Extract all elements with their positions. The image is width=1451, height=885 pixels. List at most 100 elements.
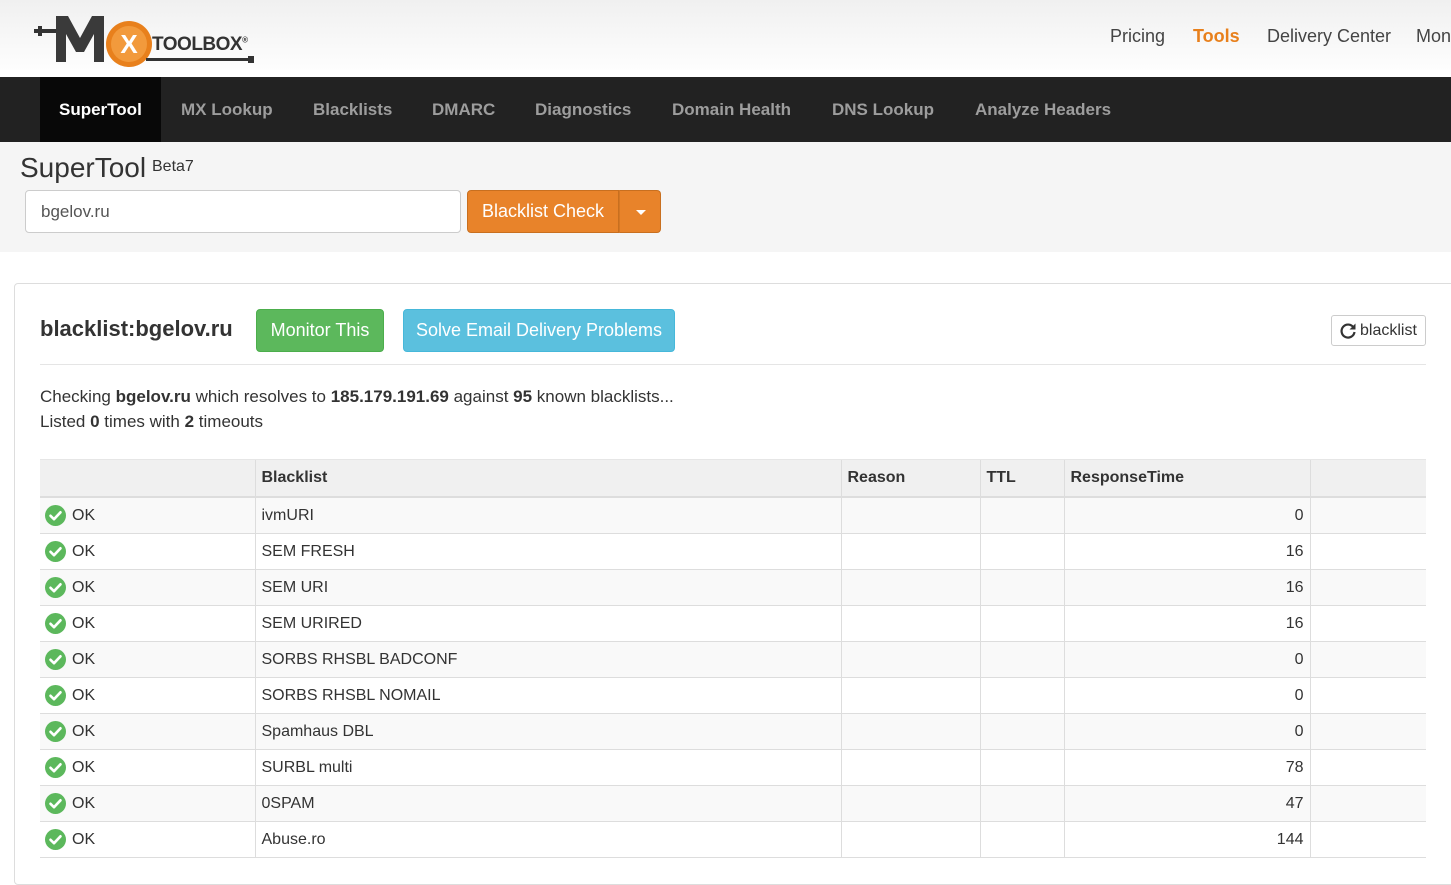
blacklist-name[interactable]: SEM URIRED (254, 605, 841, 642)
top-nav-delivery-center[interactable]: Delivery Center (1267, 26, 1391, 47)
status-cell: OK (40, 785, 255, 822)
nav-tab-dmarc[interactable]: DMARC (432, 77, 495, 142)
blacklist-name[interactable]: SEM FRESH (254, 533, 841, 570)
monitor-this-button[interactable]: Monitor This (256, 309, 384, 352)
blacklist-name[interactable]: Spamhaus DBL (254, 713, 841, 750)
check-circle-icon (45, 541, 66, 562)
table-row: OK SEM FRESH 16 (40, 533, 1426, 570)
blacklist-results-table: Blacklist Reason TTL ResponseTime OK ivm… (40, 459, 1426, 858)
nav-tab-supertool[interactable]: SuperTool (40, 77, 161, 142)
reason-cell (840, 641, 980, 678)
status-text: OK (72, 614, 96, 632)
col-ttl[interactable]: TTL (979, 459, 1064, 498)
logo-mark-icon: X (34, 16, 152, 67)
summary-line-2: Listed 0 times with 2 timeouts (40, 412, 264, 431)
blacklist-name[interactable]: SURBL multi (254, 749, 841, 786)
status-text: OK (72, 758, 96, 776)
response-time-cell: 78 (1063, 749, 1310, 786)
refresh-blacklist-button[interactable]: blacklist (1331, 315, 1426, 346)
refresh-label: blacklist (1360, 322, 1417, 339)
response-time-cell: 0 (1063, 497, 1310, 534)
table-row: OK Spamhaus DBL 0 (40, 713, 1426, 750)
summary-line-1: Checking bgelov.ru which resolves to 185… (40, 387, 674, 406)
nav-tab-domain-health[interactable]: Domain Health (672, 77, 791, 142)
result-title: blacklist:bgelov.ru (40, 316, 233, 341)
col-extra (1309, 459, 1426, 498)
table-row: OK SEM URIRED 16 (40, 605, 1426, 642)
status-text: OK (72, 722, 96, 740)
ttl-cell (979, 785, 1064, 822)
col-response-time[interactable]: ResponseTime (1063, 459, 1310, 498)
top-nav-pricing[interactable]: Pricing (1110, 26, 1165, 47)
col-reason[interactable]: Reason (840, 459, 980, 498)
check-circle-icon (45, 685, 66, 706)
reason-cell (840, 569, 980, 606)
blacklist-name[interactable]: Abuse.ro (254, 821, 841, 858)
extra-cell (1309, 821, 1426, 858)
extra-cell (1309, 713, 1426, 750)
reason-cell (840, 713, 980, 750)
extra-cell (1309, 533, 1426, 570)
check-circle-icon (45, 829, 66, 850)
table-row: OK 0SPAM 47 (40, 785, 1426, 822)
top-nav-tools[interactable]: Tools (1193, 26, 1240, 47)
blacklist-name[interactable]: ivmURI (254, 497, 841, 534)
ttl-cell (979, 497, 1064, 534)
nav-tab-dns-lookup[interactable]: DNS Lookup (832, 77, 934, 142)
table-header-row: Blacklist Reason TTL ResponseTime (40, 459, 1426, 498)
reason-cell (840, 785, 980, 822)
svg-text:X: X (120, 29, 138, 59)
refresh-icon (1340, 323, 1356, 339)
solve-email-delivery-button[interactable]: Solve Email Delivery Problems (403, 309, 675, 352)
status-text: OK (72, 650, 96, 668)
logo-underline-icon (146, 56, 254, 63)
extra-cell (1309, 785, 1426, 822)
ttl-cell (979, 533, 1064, 570)
blacklist-name[interactable]: SORBS RHSBL BADCONF (254, 641, 841, 678)
check-circle-icon (45, 577, 66, 598)
blacklist-name[interactable]: SEM URI (254, 569, 841, 606)
ttl-cell (979, 677, 1064, 714)
blacklist-name[interactable]: SORBS RHSBL NOMAIL (254, 677, 841, 714)
status-cell: OK (40, 821, 255, 858)
nav-tab-blacklists[interactable]: Blacklists (313, 77, 392, 142)
ttl-cell (979, 713, 1064, 750)
nav-tab-mx-lookup[interactable]: MX Lookup (181, 77, 273, 142)
col-status (40, 459, 255, 498)
check-circle-icon (45, 613, 66, 634)
action-dropdown-button[interactable] (619, 190, 661, 233)
result-summary: Checking bgelov.ru which resolves to 185… (40, 384, 674, 434)
search-input[interactable] (25, 190, 461, 233)
response-time-cell: 16 (1063, 605, 1310, 642)
nav-tab-diagnostics[interactable]: Diagnostics (535, 77, 631, 142)
col-blacklist[interactable]: Blacklist (254, 459, 841, 498)
table-row: OK ivmURI 0 (40, 497, 1426, 534)
table-row: OK SURBL multi 78 (40, 749, 1426, 786)
ttl-cell (979, 605, 1064, 642)
ttl-cell (979, 569, 1064, 606)
ttl-cell (979, 749, 1064, 786)
mxtoolbox-logo[interactable]: X TOOLBOX® (34, 12, 254, 70)
blacklist-check-button[interactable]: Blacklist Check (467, 190, 619, 233)
extra-cell (1309, 641, 1426, 678)
reason-cell (840, 533, 980, 570)
caret-down-icon (636, 210, 646, 215)
top-nav-monitoring[interactable]: Mon (1416, 26, 1451, 47)
nav-tab-analyze-headers[interactable]: Analyze Headers (975, 77, 1111, 142)
ttl-cell (979, 821, 1064, 858)
summary-timeouts: 2 (184, 412, 195, 431)
check-circle-icon (45, 649, 66, 670)
status-cell: OK (40, 533, 255, 570)
logo-text: TOOLBOX® (152, 34, 248, 55)
main-nav: SuperTool MX Lookup Blacklists DMARC Dia… (0, 77, 1451, 142)
extra-cell (1309, 605, 1426, 642)
reason-cell (840, 677, 980, 714)
status-cell: OK (40, 605, 255, 642)
status-text: OK (72, 506, 96, 524)
blacklist-name[interactable]: 0SPAM (254, 785, 841, 822)
status-cell: OK (40, 677, 255, 714)
summary-count: 95 (513, 387, 533, 406)
extra-cell (1309, 677, 1426, 714)
check-circle-icon (45, 793, 66, 814)
table-row: OK Abuse.ro 144 (40, 821, 1426, 858)
